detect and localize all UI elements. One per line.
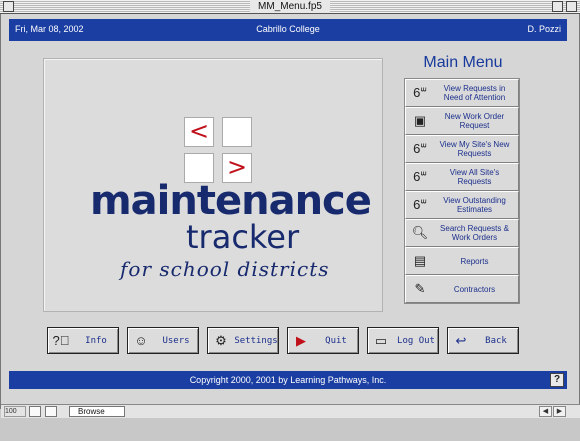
menu-item-new-work-order[interactable]: ▣ New Work Order Request <box>405 107 519 135</box>
status-area-toggle-icon[interactable] <box>45 406 57 417</box>
monitor-icon: ▭ <box>374 332 388 348</box>
help-button[interactable]: ? <box>550 373 564 387</box>
menu-item-label: Reports <box>460 256 489 266</box>
status-bar: 100 Browse ◀ ▶ <box>1 404 580 418</box>
menu-item-contractors[interactable]: ✎ Contractors <box>405 275 519 303</box>
back-button[interactable]: ↩ Back <box>447 327 519 354</box>
settings-button[interactable]: ⚙ Settings <box>207 327 279 354</box>
collapse-box-icon[interactable] <box>566 1 577 12</box>
menu-item-label: View All Site's Requests <box>449 168 500 186</box>
info-button[interactable]: ?⃝ Info <box>47 327 119 354</box>
main-menu: 6ᐜ View Requests in Need of Attention ▣ … <box>404 78 520 304</box>
zoom-level[interactable]: 100 <box>4 406 26 417</box>
question-circle-icon: ?⃝ <box>52 333 70 348</box>
quit-button-label: Quit <box>325 335 347 346</box>
users-button[interactable]: ☺ Users <box>127 327 199 354</box>
menu-item-label: View Requests in Need of Attention <box>443 84 506 102</box>
scroll-right-icon[interactable]: ▶ <box>553 406 566 417</box>
menu-item-search-requests[interactable]: 🔍︎ Search Requests & Work Orders <box>405 219 519 247</box>
quit-button[interactable]: ▶ Quit <box>287 327 359 354</box>
logo-maintenance-text: maintenance <box>90 178 372 224</box>
header-school: Cabrillo College <box>256 24 320 34</box>
logout-button[interactable]: ▭ Log Out <box>367 327 439 354</box>
zoom-out-icon[interactable] <box>29 406 41 417</box>
copyright-text: Copyright 2000, 2001 by Learning Pathway… <box>189 375 387 385</box>
mode-selector[interactable]: Browse <box>69 406 125 417</box>
logout-button-label: Log Out <box>397 335 435 346</box>
glasses-icon: 6ᐜ <box>413 141 427 156</box>
logo-tracker-text: tracker <box>186 218 300 256</box>
zoom-box-icon[interactable] <box>552 1 563 12</box>
window-title: MM_Menu.fp5 <box>250 0 330 13</box>
users-button-label: Users <box>162 335 190 346</box>
menu-item-view-requests-attention[interactable]: 6ᐜ View Requests in Need of Attention <box>405 79 519 107</box>
exit-door-icon: ▶ <box>296 332 306 348</box>
settings-button-label: Settings <box>234 335 278 346</box>
window-titlebar[interactable]: MM_Menu.fp5 <box>0 0 580 14</box>
contractors-icon: ✎ <box>414 281 426 296</box>
logo-panel: < > maintenance tracker for school distr… <box>43 58 383 312</box>
new-request-icon: ▣ <box>413 113 427 128</box>
reports-icon: ▤ <box>413 253 427 268</box>
header-bar: Fri, Mar 08, 2002 Cabrillo College D. Po… <box>9 19 567 41</box>
menu-item-label: New Work Order Request <box>444 112 505 130</box>
footer-bar: Copyright 2000, 2001 by Learning Pathway… <box>9 371 567 389</box>
logo-tagline-text: for school districts <box>120 257 330 281</box>
header-user: D. Pozzi <box>527 24 561 34</box>
magnifier-icon: 🔍︎ <box>411 225 429 240</box>
menu-item-label: Contractors <box>453 284 496 294</box>
menu-item-label: View My Site's New Requests <box>439 140 510 158</box>
glasses-icon: 6ᐜ <box>413 197 427 212</box>
close-box-icon[interactable] <box>3 1 14 12</box>
window-content: Fri, Mar 08, 2002 Cabrillo College D. Po… <box>0 14 580 418</box>
menu-item-label: Search Requests & Work Orders <box>440 224 509 242</box>
menu-item-view-all-site-requests[interactable]: 6ᐜ View All Site's Requests <box>405 163 519 191</box>
main-menu-title: Main Menu <box>423 54 503 71</box>
users-icon: ☺ <box>134 333 148 348</box>
glasses-icon: 6ᐜ <box>413 85 427 100</box>
menu-item-label: View Outstanding Estimates <box>443 196 506 214</box>
back-button-label: Back <box>485 335 507 346</box>
scroll-left-icon[interactable]: ◀ <box>539 406 552 417</box>
logo-left-arrow-square: < <box>184 117 214 147</box>
back-arrow-icon: ↩ <box>455 332 467 348</box>
menu-item-reports[interactable]: ▤ Reports <box>405 247 519 275</box>
menu-item-view-outstanding-estimates[interactable]: 6ᐜ View Outstanding Estimates <box>405 191 519 219</box>
settings-icon: ⚙ <box>215 332 227 348</box>
menu-item-view-my-site-requests[interactable]: 6ᐜ View My Site's New Requests <box>405 135 519 163</box>
glasses-icon: 6ᐜ <box>413 169 427 184</box>
info-button-label: Info <box>85 335 107 346</box>
logo-blank-square <box>222 117 252 147</box>
